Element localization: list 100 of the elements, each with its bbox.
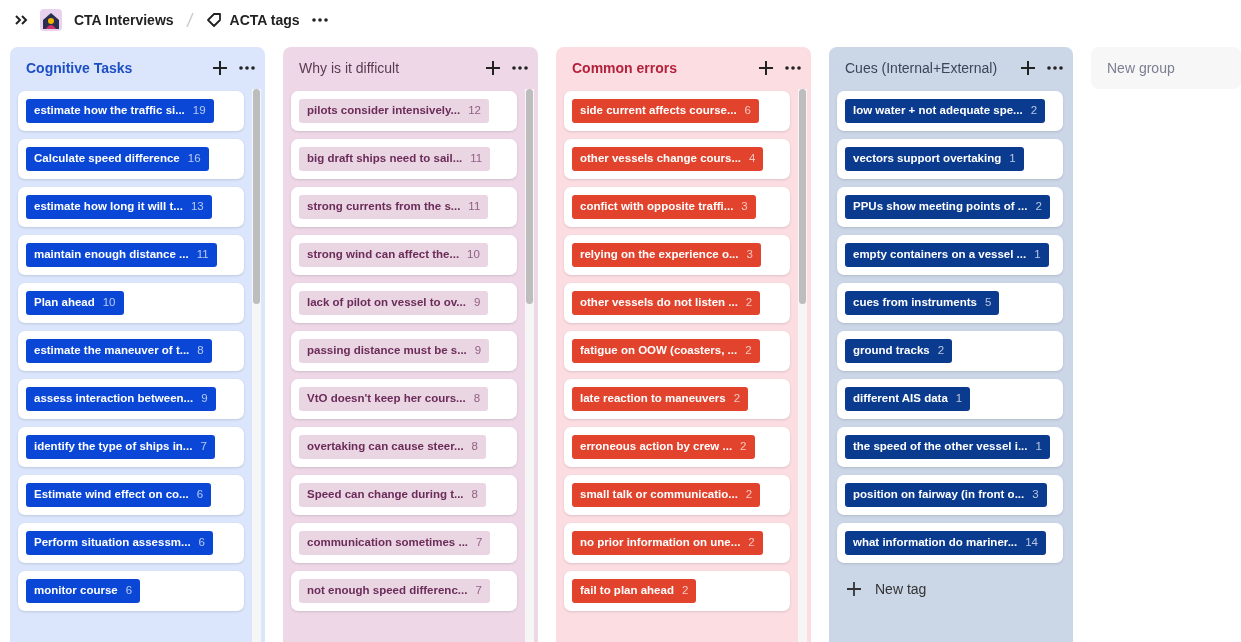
tag-chip[interactable]: maintain enough distance ... 11 (26, 243, 217, 267)
expand-icon[interactable] (14, 14, 28, 26)
tag-card[interactable]: position on fairway (in front o... 3 (837, 475, 1063, 515)
tag-card[interactable]: VtO doesn't keep her cours... 8 (291, 379, 517, 419)
tag-chip[interactable]: the speed of the other vessel i... 1 (845, 435, 1050, 459)
tag-card[interactable]: estimate the maneuver of t... 8 (18, 331, 244, 371)
tag-chip[interactable]: position on fairway (in front o... 3 (845, 483, 1047, 507)
tag-chip[interactable]: late reaction to maneuvers 2 (572, 387, 749, 411)
tag-card[interactable]: other vessels do not listen ... 2 (564, 283, 790, 323)
tag-chip[interactable]: strong wind can affect the... 10 (299, 243, 488, 267)
tag-chip[interactable]: strong currents from the s... 11 (299, 195, 489, 219)
tag-card[interactable]: Perform situation assessm... 6 (18, 523, 244, 563)
tag-chip[interactable]: Plan ahead 10 (26, 291, 124, 315)
tag-chip[interactable]: erroneous action by crew ... 2 (572, 435, 755, 459)
tag-card[interactable]: assess interaction between... 9 (18, 379, 244, 419)
more-icon[interactable] (311, 18, 328, 22)
tag-card[interactable]: side current affects course... 6 (564, 91, 790, 131)
tag-chip[interactable]: fatigue on OOW (coasters, ... 2 (572, 339, 760, 363)
tag-chip[interactable]: identify the type of ships in... 7 (26, 435, 215, 459)
tag-chip[interactable]: side current affects course... 6 (572, 99, 759, 123)
scrollbar[interactable] (253, 89, 260, 304)
tag-chip[interactable]: pilots consider intensively... 12 (299, 99, 489, 123)
new-tag-button[interactable]: New tag (837, 571, 1063, 607)
tag-card[interactable]: fail to plan ahead 2 (564, 571, 790, 611)
tag-card[interactable]: estimate how the traffic si... 19 (18, 91, 244, 131)
tag-card[interactable]: vectors support overtaking 1 (837, 139, 1063, 179)
tag-chip[interactable]: Perform situation assessm... 6 (26, 531, 213, 555)
tag-card[interactable]: monitor course 6 (18, 571, 244, 611)
add-icon[interactable] (1021, 61, 1035, 75)
tag-card[interactable]: the speed of the other vessel i... 1 (837, 427, 1063, 467)
more-icon[interactable] (512, 66, 528, 70)
tag-card[interactable]: empty containers on a vessel ... 1 (837, 235, 1063, 275)
tag-chip[interactable]: estimate how the traffic si... 19 (26, 99, 214, 123)
tag-chip[interactable]: small talk or communicatio... 2 (572, 483, 761, 507)
tag-chip[interactable]: Calculate speed difference 16 (26, 147, 209, 171)
tag-card[interactable]: not enough speed differenc... 7 (291, 571, 517, 611)
tag-chip[interactable]: fail to plan ahead 2 (572, 579, 697, 603)
tag-chip[interactable]: lack of pilot on vessel to ov... 9 (299, 291, 489, 315)
page-title[interactable]: ACTA tags (229, 9, 300, 31)
group-title[interactable]: Cues (Internal+External) (845, 57, 1009, 79)
tag-card[interactable]: Plan ahead 10 (18, 283, 244, 323)
tag-card[interactable]: fatigue on OOW (coasters, ... 2 (564, 331, 790, 371)
tag-card[interactable]: small talk or communicatio... 2 (564, 475, 790, 515)
more-icon[interactable] (785, 66, 801, 70)
tag-chip[interactable]: communication sometimes ... 7 (299, 531, 491, 555)
tag-card[interactable]: overtaking can cause steer... 8 (291, 427, 517, 467)
tag-card[interactable]: passing distance must be s... 9 (291, 331, 517, 371)
tag-chip[interactable]: different AIS data 1 (845, 387, 971, 411)
tag-chip[interactable]: overtaking can cause steer... 8 (299, 435, 486, 459)
tag-chip[interactable]: relying on the experience o... 3 (572, 243, 761, 267)
tag-chip[interactable]: other vessels do not listen ... 2 (572, 291, 761, 315)
group-title[interactable]: Common errors (572, 57, 747, 79)
add-icon[interactable] (486, 61, 500, 75)
project-name[interactable]: CTA Interviews (74, 9, 174, 31)
group-title[interactable]: Cognitive Tasks (26, 57, 201, 79)
tag-card[interactable]: Estimate wind effect on co... 6 (18, 475, 244, 515)
tag-chip[interactable]: not enough speed differenc... 7 (299, 579, 490, 603)
tag-card[interactable]: cues from instruments 5 (837, 283, 1063, 323)
add-icon[interactable] (213, 61, 227, 75)
tag-chip[interactable]: low water + not adequate spe... 2 (845, 99, 1046, 123)
more-icon[interactable] (239, 66, 255, 70)
tag-chip[interactable]: no prior information on une... 2 (572, 531, 763, 555)
new-group-field[interactable]: New group (1091, 47, 1241, 89)
tag-card[interactable]: strong wind can affect the... 10 (291, 235, 517, 275)
tag-card[interactable]: low water + not adequate spe... 2 (837, 91, 1063, 131)
tag-chip[interactable]: estimate the maneuver of t... 8 (26, 339, 212, 363)
tag-card[interactable]: different AIS data 1 (837, 379, 1063, 419)
tag-chip[interactable]: Estimate wind effect on co... 6 (26, 483, 212, 507)
tag-chip[interactable]: empty containers on a vessel ... 1 (845, 243, 1049, 267)
tag-chip[interactable]: monitor course 6 (26, 579, 141, 603)
tag-card[interactable]: identify the type of ships in... 7 (18, 427, 244, 467)
tag-card[interactable]: big draft ships need to sail... 11 (291, 139, 517, 179)
tag-chip[interactable]: VtO doesn't keep her cours... 8 (299, 387, 489, 411)
tag-card[interactable]: strong currents from the s... 11 (291, 187, 517, 227)
tag-chip[interactable]: assess interaction between... 9 (26, 387, 216, 411)
tag-card[interactable]: PPUs show meeting points of ... 2 (837, 187, 1063, 227)
tag-chip[interactable]: vectors support overtaking 1 (845, 147, 1024, 171)
tag-card[interactable]: pilots consider intensively... 12 (291, 91, 517, 131)
add-icon[interactable] (759, 61, 773, 75)
tag-chip[interactable]: cues from instruments 5 (845, 291, 1000, 315)
tag-card[interactable]: late reaction to maneuvers 2 (564, 379, 790, 419)
tag-chip[interactable]: estimate how long it will t... 13 (26, 195, 212, 219)
tag-chip[interactable]: confict with opposite traffi... 3 (572, 195, 756, 219)
scrollbar[interactable] (526, 89, 533, 304)
tag-chip[interactable]: Speed can change during t... 8 (299, 483, 486, 507)
tag-card[interactable]: no prior information on une... 2 (564, 523, 790, 563)
tag-card[interactable]: lack of pilot on vessel to ov... 9 (291, 283, 517, 323)
tag-chip[interactable]: big draft ships need to sail... 11 (299, 147, 491, 171)
tag-card[interactable]: confict with opposite traffi... 3 (564, 187, 790, 227)
tag-card[interactable]: estimate how long it will t... 13 (18, 187, 244, 227)
tag-chip[interactable]: other vessels change cours... 4 (572, 147, 764, 171)
tag-card[interactable]: ground tracks 2 (837, 331, 1063, 371)
tag-card[interactable]: other vessels change cours... 4 (564, 139, 790, 179)
tag-chip[interactable]: PPUs show meeting points of ... 2 (845, 195, 1050, 219)
tag-card[interactable]: what information do mariner... 14 (837, 523, 1063, 563)
tag-card[interactable]: communication sometimes ... 7 (291, 523, 517, 563)
tag-chip[interactable]: what information do mariner... 14 (845, 531, 1046, 555)
more-icon[interactable] (1047, 66, 1063, 70)
group-title[interactable]: Why is it difficult (299, 57, 474, 79)
tag-card[interactable]: maintain enough distance ... 11 (18, 235, 244, 275)
